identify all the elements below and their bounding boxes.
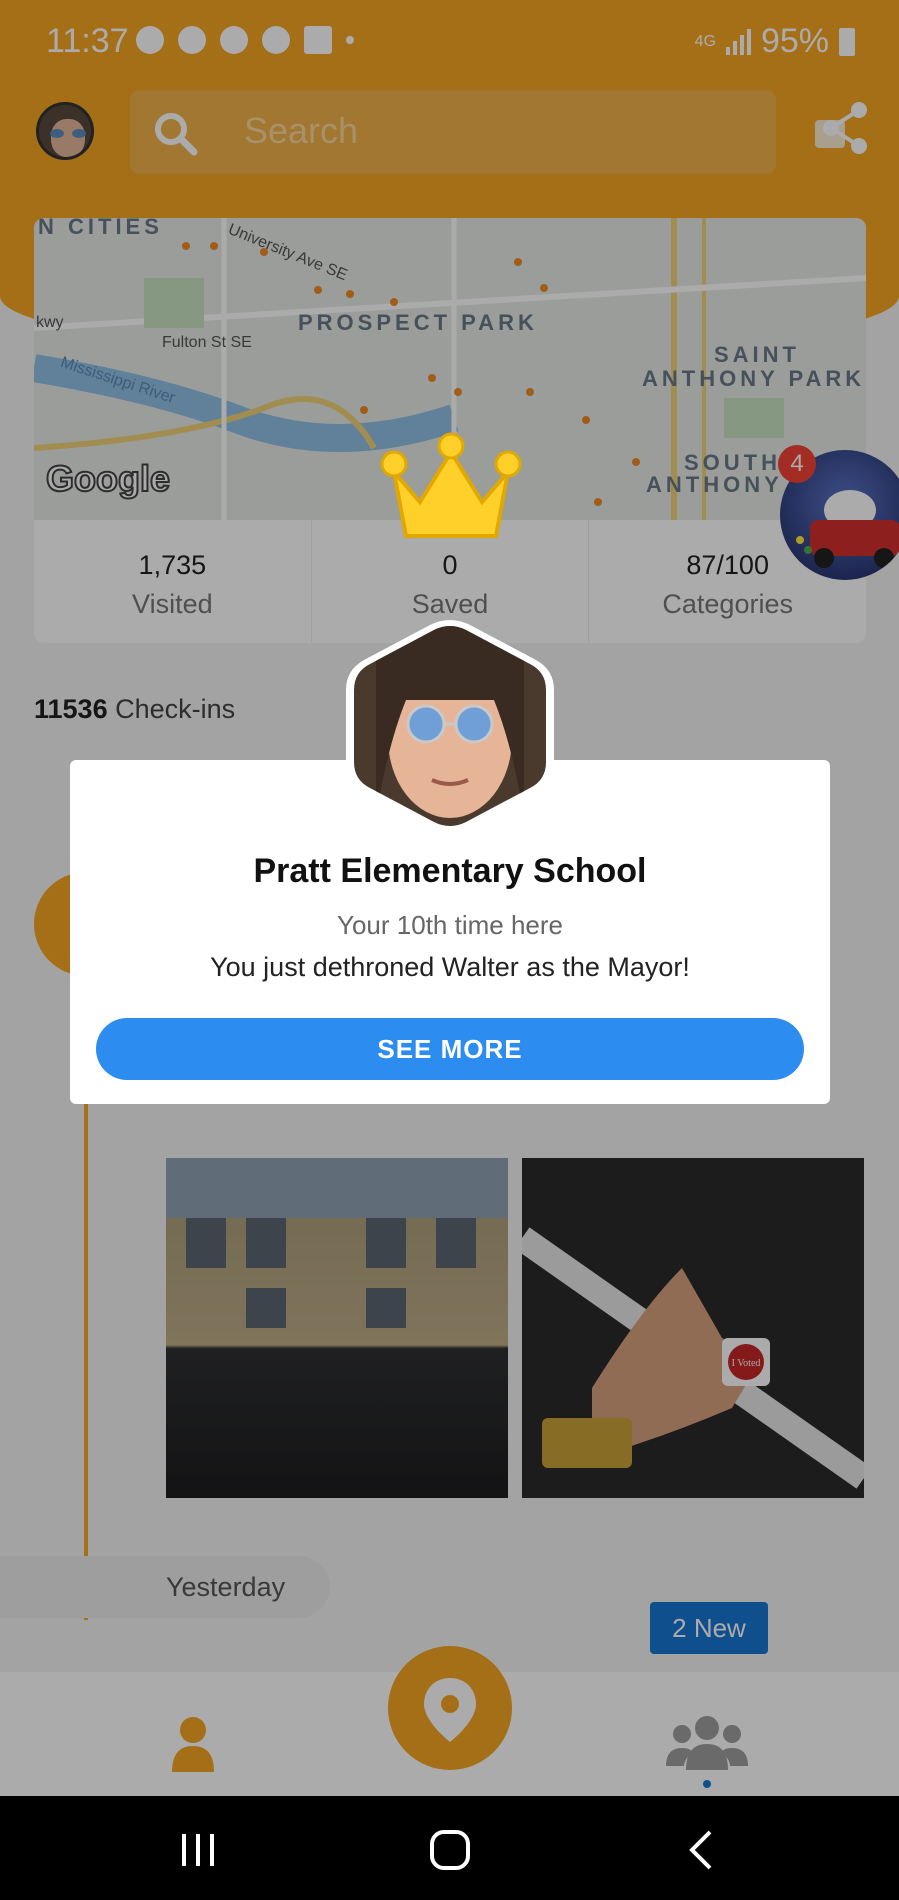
recent-apps-icon[interactable] bbox=[176, 1828, 220, 1872]
home-icon[interactable] bbox=[428, 1828, 472, 1872]
modal-message: You just dethroned Walter as the Mayor! bbox=[210, 952, 690, 982]
system-navigation-bar bbox=[0, 1796, 899, 1900]
modal-visit-count: Your 10th time here bbox=[337, 910, 563, 940]
user-avatar-hexagon bbox=[346, 620, 554, 832]
back-icon[interactable] bbox=[680, 1828, 724, 1872]
see-more-button[interactable]: SEE MORE bbox=[96, 1018, 804, 1080]
crown-icon bbox=[380, 432, 522, 538]
modal-venue-title: Pratt Elementary School bbox=[253, 852, 647, 890]
